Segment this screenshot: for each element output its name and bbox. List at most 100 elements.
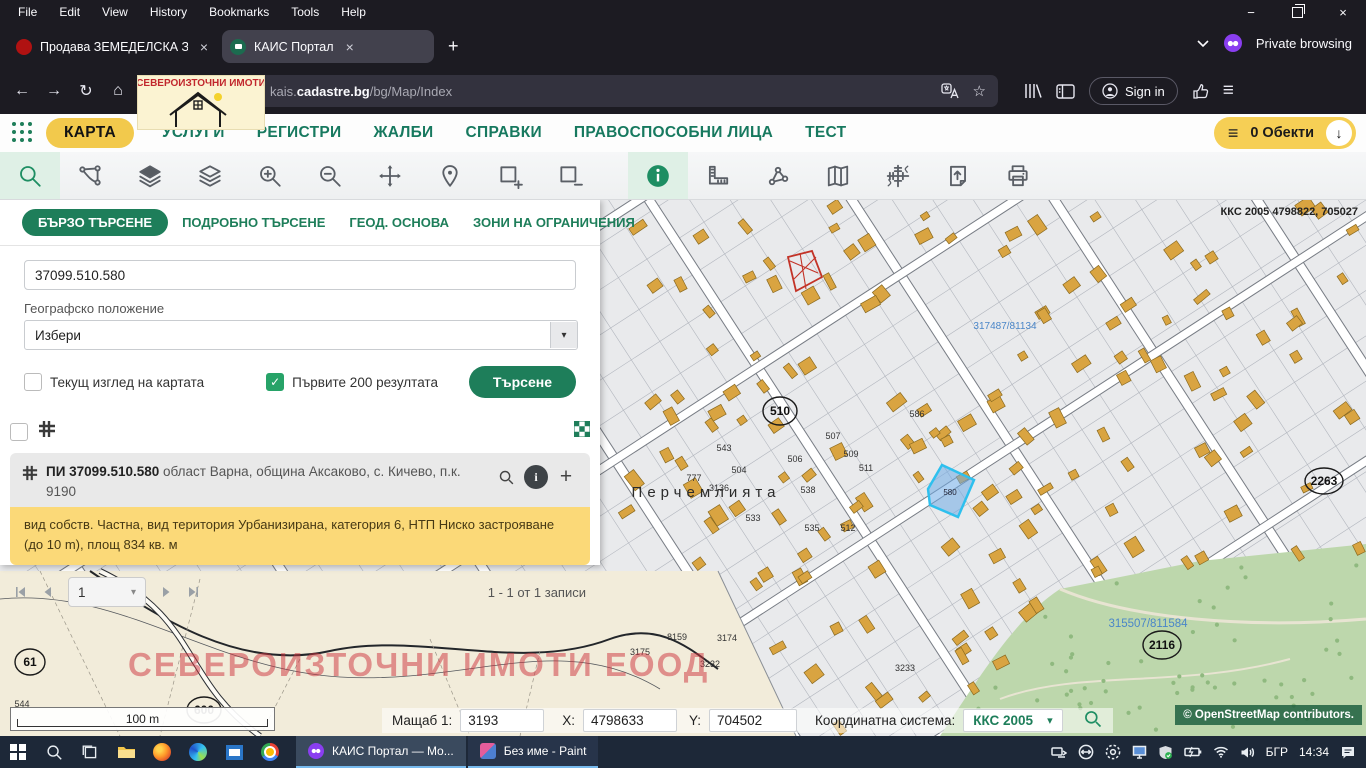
app-menu-icon[interactable]: ≡	[1223, 80, 1234, 102]
nav-karta[interactable]: КАРТА	[46, 118, 134, 148]
page-next-button[interactable]	[162, 586, 172, 598]
menu-file[interactable]: File	[8, 2, 47, 22]
map-fold-button[interactable]	[808, 152, 868, 199]
coordinate-search-icon[interactable]	[1083, 709, 1103, 732]
nav-spravki[interactable]: СПРАВКИ	[466, 124, 542, 142]
search-input[interactable]	[24, 260, 576, 290]
page-first-button[interactable]	[14, 586, 26, 598]
menu-help[interactable]: Help	[331, 2, 376, 22]
y-value[interactable]: 704502	[709, 709, 797, 732]
defender-icon[interactable]	[1158, 745, 1173, 760]
obs-icon[interactable]	[1105, 744, 1121, 760]
zoom-rect-in-button[interactable]	[480, 152, 540, 199]
teamviewer-icon[interactable]	[1078, 744, 1094, 760]
start-button[interactable]	[0, 736, 36, 768]
url-field[interactable]: kais.cadastre.bg/bg/Map/Index ☆	[138, 75, 998, 107]
clock[interactable]: 14:34	[1299, 745, 1329, 759]
reload-icon[interactable]: ↻	[70, 81, 102, 101]
geo-select-caret-icon[interactable]: ▾	[550, 322, 577, 348]
translate-icon[interactable]	[941, 83, 959, 99]
first-200-checkbox[interactable]: ✓	[266, 373, 284, 391]
osm-attribution[interactable]: © OpenStreetMap contributors.	[1175, 705, 1362, 725]
taskbar-window-paint[interactable]: Без име - Paint	[468, 736, 599, 768]
search-tool-button[interactable]	[0, 152, 60, 199]
menu-view[interactable]: View	[92, 2, 138, 22]
search-button[interactable]: Търсене	[469, 366, 576, 398]
page-prev-button[interactable]	[42, 586, 52, 598]
objects-download-icon[interactable]: ↓	[1326, 120, 1352, 146]
info-tool-button[interactable]	[628, 152, 688, 199]
display-icon[interactable]	[1132, 745, 1147, 759]
taskbar-window-kais[interactable]: КАИС Портал — Mo...	[296, 736, 466, 768]
area-measure-button[interactable]	[748, 152, 808, 199]
page-last-button[interactable]	[188, 586, 200, 598]
forward-icon[interactable]: →	[38, 82, 70, 100]
bookmark-star-icon[interactable]: ☆	[973, 82, 986, 100]
layers-outline-button[interactable]	[180, 152, 240, 199]
tab-prodava[interactable]: Продава ЗЕМЕДЕЛСКА ЗЕМЯ в ×	[8, 30, 216, 63]
edge-icon[interactable]	[180, 736, 216, 768]
action-center-icon[interactable]	[1340, 745, 1356, 760]
tab-restriction-zones[interactable]: ЗОНИ НА ОГРАНИЧЕНИЯ	[473, 215, 635, 230]
zoom-out-tool-button[interactable]	[300, 152, 360, 199]
objects-pill[interactable]: ≡ 0 Обекти ↓	[1214, 117, 1356, 149]
restore-button[interactable]	[1274, 0, 1320, 24]
task-view-icon[interactable]	[72, 736, 108, 768]
tab2-close-icon[interactable]: ×	[346, 39, 354, 55]
print-button[interactable]	[988, 152, 1048, 199]
tab-detailed-search[interactable]: ПОДРОБНО ТЪРСЕНЕ	[182, 215, 325, 230]
pan-tool-button[interactable]	[360, 152, 420, 199]
menu-history[interactable]: History	[140, 2, 197, 22]
geo-position-select[interactable]: Избери ▾	[24, 320, 578, 350]
scale-value[interactable]: 3193	[460, 709, 544, 732]
layers-filled-button[interactable]	[120, 152, 180, 199]
keyboard-language[interactable]: БГР	[1266, 745, 1288, 759]
result-info-icon[interactable]: i	[524, 465, 548, 489]
sign-in-button[interactable]: Sign in	[1089, 77, 1178, 105]
nav-zhalbi[interactable]: ЖАЛБИ	[373, 124, 433, 142]
x-value[interactable]: 4798633	[583, 709, 677, 732]
current-view-checkbox[interactable]	[24, 373, 42, 391]
nav-pravosposobni[interactable]: ПРАВОСПОСОБНИ ЛИЦА	[574, 124, 773, 142]
zoom-in-tool-button[interactable]	[240, 152, 300, 199]
menu-edit[interactable]: Edit	[49, 2, 90, 22]
menu-tools[interactable]: Tools	[281, 2, 329, 22]
nav-test[interactable]: ТЕСТ	[805, 124, 846, 142]
taskbar-search-icon[interactable]	[36, 736, 72, 768]
close-window-button[interactable]: ×	[1320, 0, 1366, 24]
location-pin-button[interactable]	[420, 152, 480, 199]
sidebar-icon[interactable]	[1056, 84, 1075, 99]
screenshare-icon[interactable]	[1051, 746, 1067, 759]
wifi-icon[interactable]	[1213, 746, 1229, 758]
apps-grid-icon[interactable]	[12, 122, 34, 144]
result-zoom-icon[interactable]	[494, 465, 518, 489]
thumbs-up-icon[interactable]	[1192, 83, 1209, 100]
page-select[interactable]: 1▾	[68, 577, 146, 607]
tab-geodetic-basis[interactable]: ГЕОД. ОСНОВА	[349, 215, 449, 230]
zoom-to-results-icon[interactable]	[574, 421, 590, 442]
file-explorer-icon[interactable]	[108, 736, 144, 768]
result-row[interactable]: ПИ 37099.510.580 област Варна, община Ак…	[10, 453, 590, 507]
back-icon[interactable]: ←	[6, 82, 38, 100]
menu-bookmarks[interactable]: Bookmarks	[199, 2, 279, 22]
select-all-checkbox[interactable]	[10, 423, 28, 441]
tab1-close-icon[interactable]: ×	[200, 39, 208, 55]
new-tab-button[interactable]: +	[448, 36, 459, 57]
tab-quick-search[interactable]: БЪРЗО ТЪРСЕНЕ	[22, 209, 168, 236]
nav-registri[interactable]: РЕГИСТРИ	[257, 124, 342, 142]
home-icon[interactable]: ⌂	[102, 82, 134, 100]
crs-select[interactable]: ККС 2005 ▾	[963, 709, 1062, 732]
mail-app-icon[interactable]	[216, 736, 252, 768]
zoom-rect-out-button[interactable]	[540, 152, 600, 199]
coordinate-grid-button[interactable]	[868, 152, 928, 199]
battery-icon[interactable]	[1184, 746, 1202, 758]
export-page-button[interactable]	[928, 152, 988, 199]
result-add-icon[interactable]: +	[554, 465, 578, 489]
ruler-measure-button[interactable]	[688, 152, 748, 199]
chrome-icon[interactable]	[252, 736, 288, 768]
tab-list-chevron-icon[interactable]	[1196, 39, 1210, 48]
library-icon[interactable]	[1024, 83, 1042, 99]
firefox-icon[interactable]	[144, 736, 180, 768]
route-measure-button[interactable]	[60, 152, 120, 199]
minimize-button[interactable]: −	[1228, 0, 1274, 24]
